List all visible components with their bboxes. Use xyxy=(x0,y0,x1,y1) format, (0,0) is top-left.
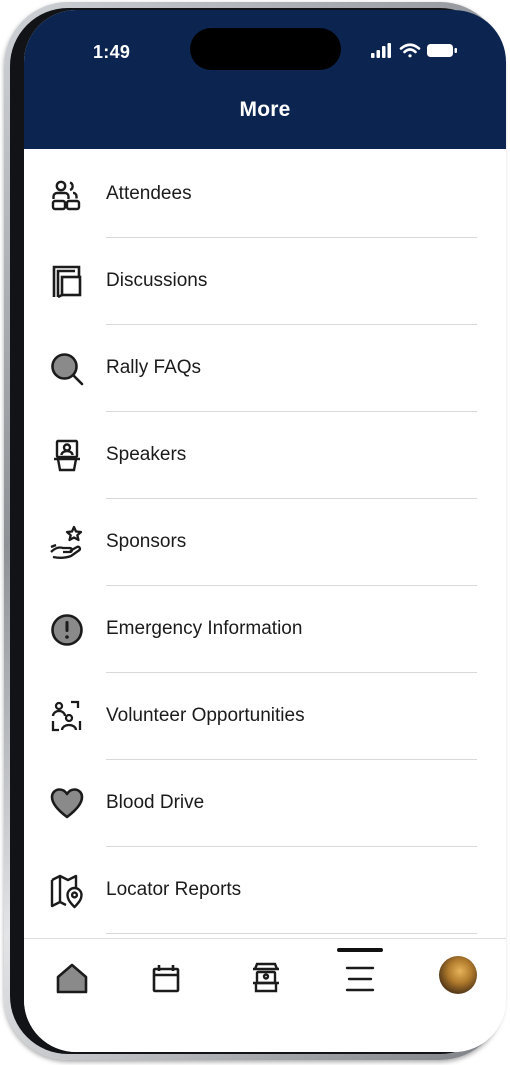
home-icon xyxy=(56,963,88,994)
menu-item-rally-faqs[interactable]: Rally FAQs xyxy=(24,325,506,412)
battery-icon xyxy=(427,44,457,57)
menu-item-label: Attendees xyxy=(106,183,192,204)
menu-item-sponsors[interactable]: Sponsors xyxy=(24,499,506,586)
speaker-podium-icon xyxy=(49,438,85,474)
tab-home[interactable] xyxy=(42,947,102,1007)
menu-item-label: Speakers xyxy=(106,444,187,465)
page-title: More xyxy=(239,98,291,121)
alert-circle-icon xyxy=(49,612,85,648)
tab-schedule[interactable] xyxy=(136,947,196,1007)
calendar-icon xyxy=(152,965,180,993)
menu-item-emergency-information[interactable]: Emergency Information xyxy=(24,586,506,673)
profile-avatar[interactable] xyxy=(439,956,477,994)
volunteer-icon xyxy=(49,699,85,735)
search-icon xyxy=(49,351,85,387)
heart-icon xyxy=(49,786,85,822)
menu-item-speakers[interactable]: Speakers xyxy=(24,412,506,499)
menu-item-discussions[interactable]: Discussions xyxy=(24,238,506,325)
menu-item-label: Locator Reports xyxy=(106,879,242,900)
menu-item-label: Volunteer Opportunities xyxy=(106,705,305,726)
attendees-icon xyxy=(49,177,85,213)
signal-icon xyxy=(371,43,391,58)
menu-item-volunteer-opportunities[interactable]: Volunteer Opportunities xyxy=(24,673,506,760)
bottom-tab-bar xyxy=(24,938,506,1052)
menu-item-label: Discussions xyxy=(106,270,208,291)
menu-item-attendees[interactable]: Attendees xyxy=(24,151,506,238)
wifi-icon xyxy=(399,43,421,58)
discussions-icon xyxy=(49,264,85,300)
map-pin-icon xyxy=(49,873,85,909)
sponsor-hand-star-icon xyxy=(49,525,85,561)
phone-bezel: 1:49 More Attendees Discussions Rally FA… xyxy=(10,8,506,1054)
menu-item-label: Sponsors xyxy=(106,531,187,552)
dynamic-island xyxy=(190,28,341,70)
status-time: 1:49 xyxy=(93,42,131,62)
booth-icon xyxy=(253,962,279,993)
header-bar: 1:49 More xyxy=(24,10,506,149)
menu-item-label: Blood Drive xyxy=(106,792,205,813)
menu-item-label: Emergency Information xyxy=(106,618,303,639)
more-menu-list: Attendees Discussions Rally FAQs Speaker… xyxy=(24,151,506,934)
menu-item-blood-drive[interactable]: Blood Drive xyxy=(24,760,506,847)
menu-item-label: Rally FAQs xyxy=(106,357,202,378)
tab-exhibitors[interactable] xyxy=(236,947,296,1007)
phone-frame: 1:49 More Attendees Discussions Rally FA… xyxy=(4,2,506,1060)
menu-item-locator-reports[interactable]: Locator Reports xyxy=(24,847,506,934)
screen: 1:49 More Attendees Discussions Rally FA… xyxy=(24,10,506,1052)
tab-more[interactable] xyxy=(330,947,390,1007)
menu-icon xyxy=(345,966,375,992)
divider xyxy=(106,933,477,934)
status-icons xyxy=(369,40,469,62)
